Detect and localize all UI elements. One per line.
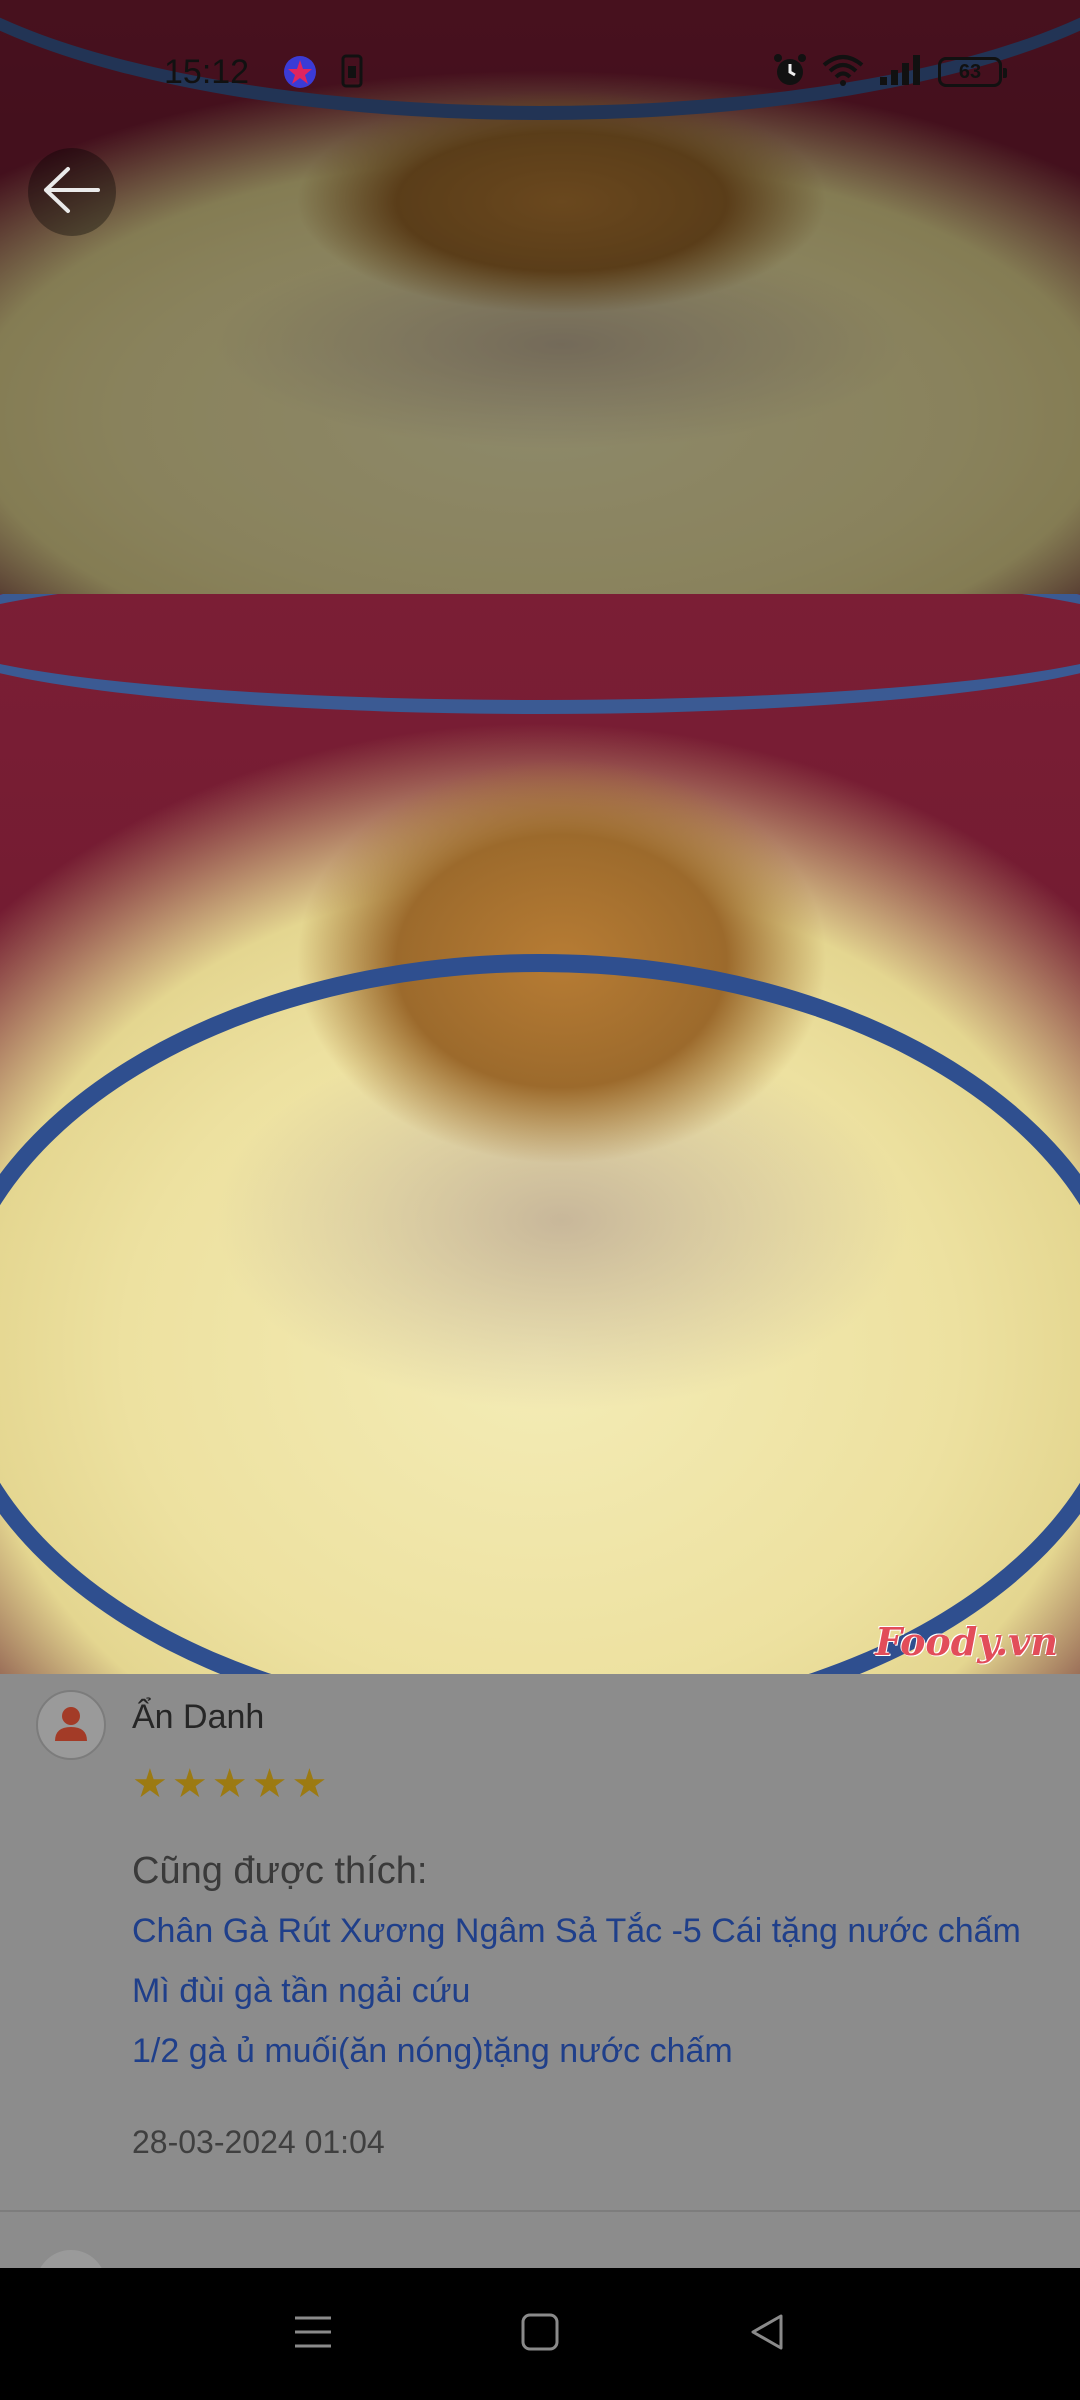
star-icon: ★ <box>251 1762 288 1806</box>
divider <box>0 2210 1080 2212</box>
liked-item-link[interactable]: Chân Gà Rút Xương Ngâm Sả Tắc -5 Cái tặn… <box>132 1912 1032 1951</box>
star-icon: ★ <box>171 1762 208 1806</box>
app-notification-icon <box>282 54 318 90</box>
status-bar: 15:12 63 <box>0 40 1080 104</box>
system-back-button[interactable] <box>737 2304 797 2364</box>
triangle-back-icon <box>747 2312 787 2357</box>
user-icon <box>49 1701 93 1750</box>
star-icon: ★ <box>132 1762 168 1806</box>
review-photo[interactable]: Foody.vn <box>0 594 1080 1674</box>
sim-icon <box>340 54 376 90</box>
avatar[interactable] <box>36 1690 106 1760</box>
reviewer-name: Ẩn Danh <box>132 1698 265 1736</box>
review-card: Ẩn Danh ★ ★ ★ ★ ★ Cũng được thích: Chân … <box>0 1674 1080 2320</box>
liked-item-link[interactable]: 1/2 gà ủ muối(ăn nóng)tặng nước chấm <box>132 2032 1032 2071</box>
review-timestamp: 28-03-2024 01:04 <box>132 2124 385 2160</box>
foody-watermark: Foody.vn <box>875 1619 1058 1664</box>
alarm-icon <box>772 52 808 93</box>
star-icon: ★ <box>291 1762 328 1806</box>
menu-icon <box>293 2314 333 2355</box>
back-button[interactable] <box>28 148 116 236</box>
rating-stars: ★ ★ ★ ★ ★ <box>132 1764 327 1804</box>
star-icon: ★ <box>211 1762 248 1806</box>
wifi-icon <box>822 53 864 92</box>
recent-apps-button[interactable] <box>283 2304 343 2364</box>
arrow-left-icon <box>42 165 102 220</box>
clock: 15:12 <box>164 52 250 91</box>
system-nav-bar <box>0 2268 1080 2400</box>
liked-item-link[interactable]: Mì đùi gà tần ngải cứu <box>132 1972 1032 2011</box>
square-icon <box>520 2312 560 2357</box>
battery-icon: 63 <box>938 57 1007 87</box>
also-liked-label: Cũng được thích: <box>132 1850 428 1892</box>
signal-icon <box>878 53 924 92</box>
home-button[interactable] <box>510 2304 570 2364</box>
